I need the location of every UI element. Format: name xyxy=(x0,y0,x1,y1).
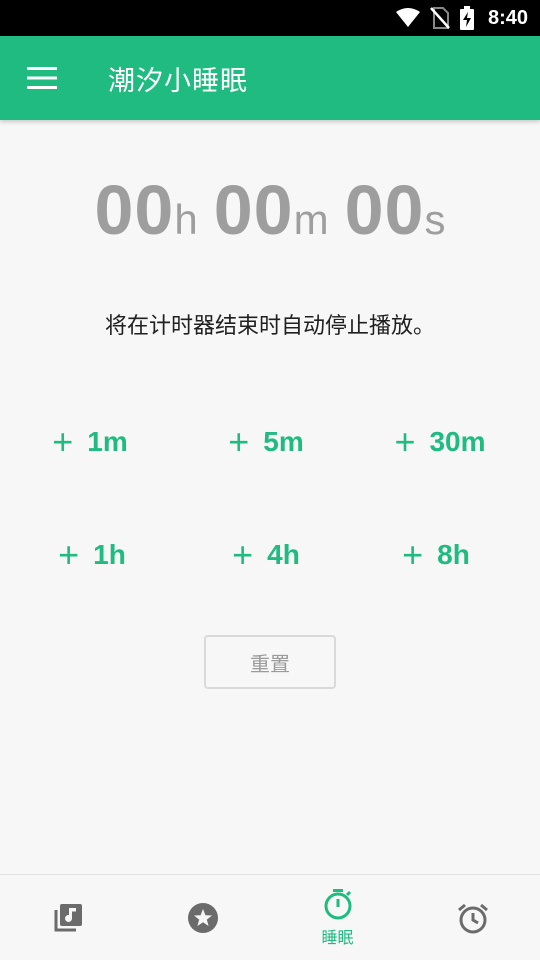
status-time: 8:40 xyxy=(487,6,528,29)
plus-icon: + xyxy=(58,534,80,575)
bottom-nav: 睡眠 xyxy=(0,874,540,960)
timer-hint: 将在计时器结束时自动停止播放。 xyxy=(104,314,435,339)
timer-display: 00 h 00 m 00 s xyxy=(0,170,540,270)
alarm-clock-icon xyxy=(457,903,488,933)
wifi-icon xyxy=(395,8,420,28)
menu-icon xyxy=(27,67,57,89)
star-icon xyxy=(187,902,218,933)
add-button-label: 8h xyxy=(437,539,470,570)
menu-button[interactable] xyxy=(0,36,84,120)
stopwatch-icon xyxy=(324,888,351,919)
add-4h-button[interactable]: + 4h xyxy=(176,523,356,587)
timer-hours-unit: h xyxy=(174,196,198,243)
status-bar: 8:40 xyxy=(0,0,540,36)
no-sim-icon xyxy=(430,7,450,29)
add-button-label: 4h xyxy=(267,539,300,570)
timer-minutes: 00 xyxy=(213,171,294,249)
add-8h-button[interactable]: + 8h xyxy=(346,523,526,587)
add-1m-button[interactable]: + 1m xyxy=(0,410,180,474)
app-title: 潮汐小睡眠 xyxy=(108,65,248,97)
timer-seconds: 00 xyxy=(344,171,425,249)
nav-label-sleep: 睡眠 xyxy=(321,927,354,947)
plus-icon: + xyxy=(232,534,254,575)
plus-icon: + xyxy=(228,421,250,462)
reset-button[interactable]: 重置 xyxy=(204,635,336,689)
nav-item-music[interactable] xyxy=(0,875,135,960)
nav-item-favorites[interactable] xyxy=(135,875,270,960)
music-library-icon xyxy=(54,903,82,931)
add-button-label: 30m xyxy=(429,426,486,457)
battery-charging-icon xyxy=(459,6,474,30)
timer-seconds-unit: s xyxy=(424,196,446,243)
add-button-label: 5m xyxy=(263,426,304,457)
add-1h-button[interactable]: + 1h xyxy=(2,523,182,587)
plus-icon: + xyxy=(52,421,74,462)
timer-minutes-unit: m xyxy=(293,196,329,243)
add-button-label: 1m xyxy=(87,426,128,457)
timer-hours: 00 xyxy=(94,171,175,249)
plus-icon: + xyxy=(402,534,424,575)
add-30m-button[interactable]: + 30m xyxy=(350,410,530,474)
app-bar: 潮汐小睡眠 xyxy=(0,36,540,120)
nav-item-alarm[interactable] xyxy=(405,875,540,960)
plus-icon: + xyxy=(394,421,416,462)
add-5m-button[interactable]: + 5m xyxy=(176,410,356,474)
nav-item-sleep[interactable]: 睡眠 xyxy=(270,875,405,960)
add-button-label: 1h xyxy=(93,539,126,570)
